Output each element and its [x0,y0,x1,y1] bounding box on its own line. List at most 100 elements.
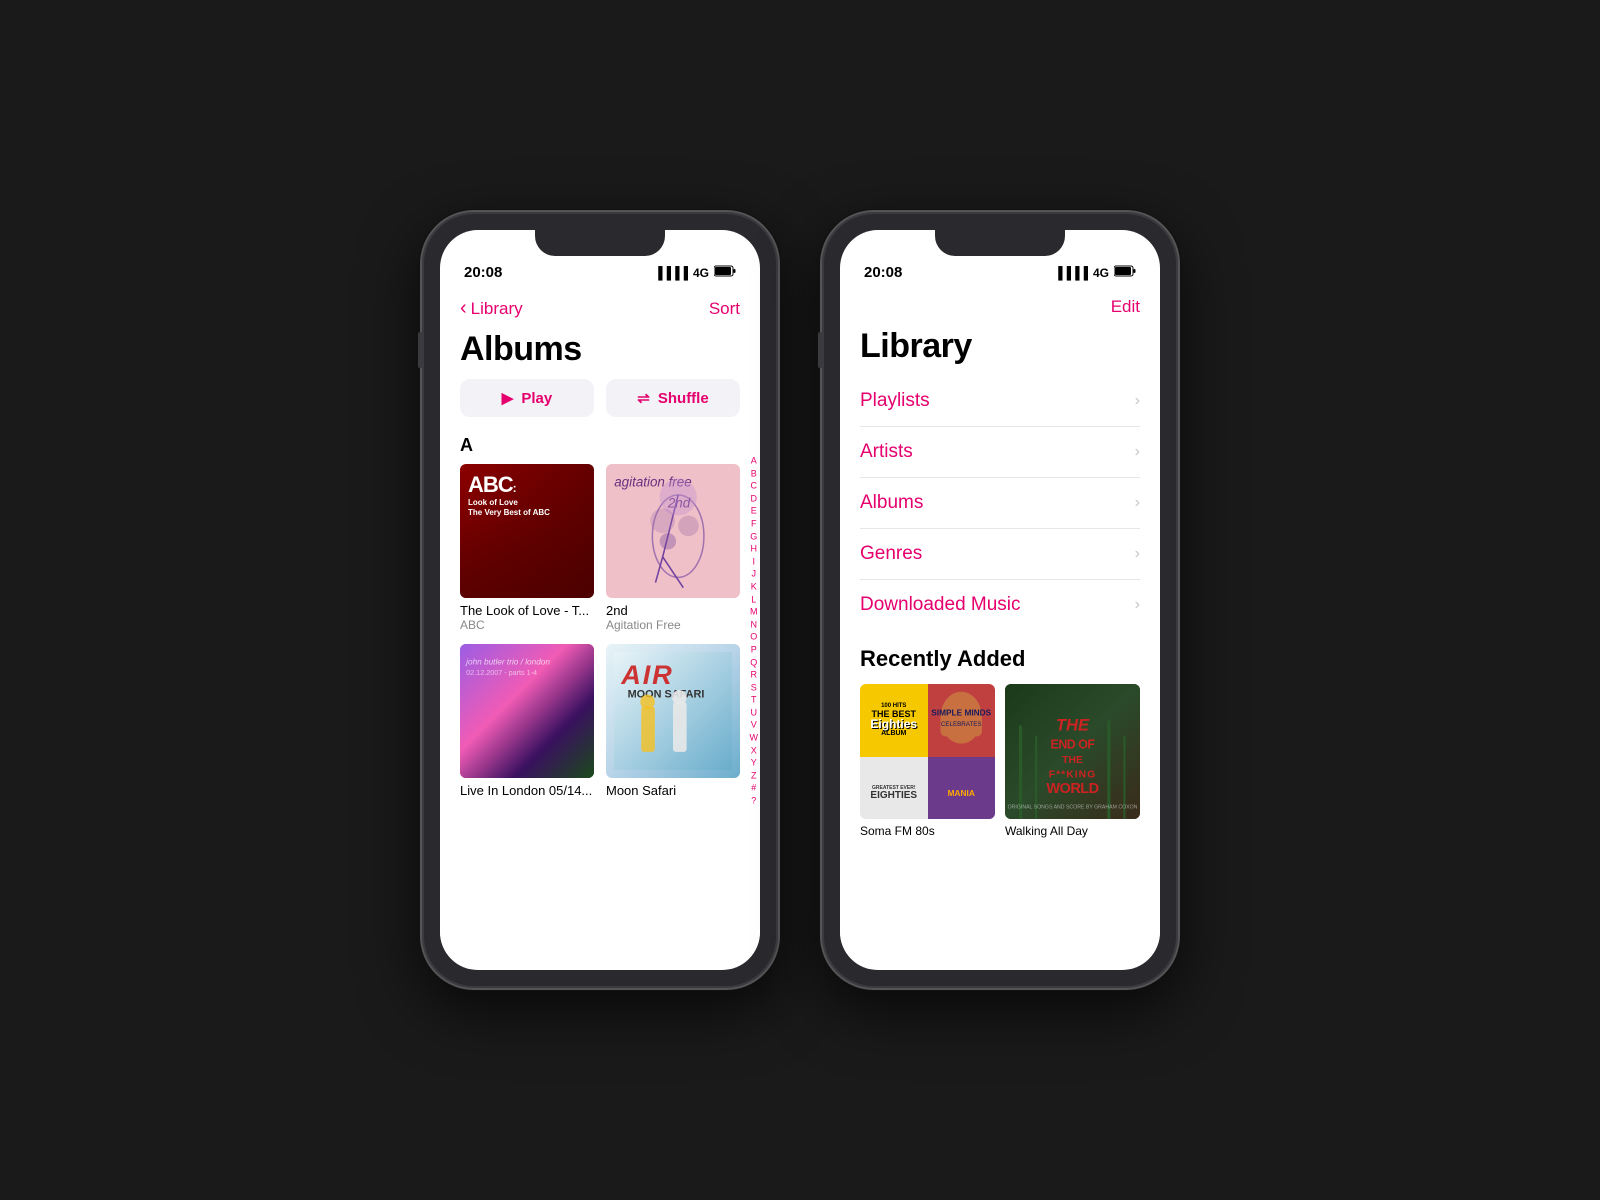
album-cover-london: john butler trio / london 02.12.2007 - p… [460,644,594,778]
battery-icon-2 [1114,265,1136,280]
library-item-downloaded[interactable]: Downloaded Music › [860,580,1140,630]
albums-screen: ‹ Library Sort Albums ▶ Play ⇌ Shuffle [440,289,760,969]
album-title-agitation: 2nd [606,603,740,618]
svg-text:MANIA: MANIA [947,787,974,797]
phone-shell-2: 20:08 ▐▐▐▐ 4G E [820,210,1180,990]
svg-text:F**KING: F**KING [1049,769,1097,780]
library-item-albums[interactable]: Albums › [860,478,1140,529]
soma-q3: GREATEST EVER! EIGHTIES [860,757,928,820]
abc-subtitle: Look of LoveThe Very Best of ABC [468,498,550,517]
signal-icon-2: ▐▐▐▐ [1054,266,1088,280]
play-button[interactable]: ▶ Play [460,379,594,417]
edit-button[interactable]: Edit [1111,297,1140,317]
recent-title-walking: Walking All Day [1005,824,1140,838]
play-icon: ▶ [502,389,514,407]
battery-icon-1 [714,265,736,280]
svg-text:AIR: AIR [620,659,673,690]
shuffle-button[interactable]: ⇌ Shuffle [606,379,740,417]
library-item-artists[interactable]: Artists › [860,427,1140,478]
network-badge-1: 4G [693,266,709,280]
sort-button[interactable]: Sort [709,299,740,319]
albums-title: Albums [440,326,760,379]
album-item[interactable]: john butler trio / london 02.12.2007 - p… [460,644,594,798]
recent-item-soma[interactable]: 100 HITS THE BEST Eighties ALBUM [860,684,995,838]
chevron-icon-albums: › [1135,494,1140,512]
album-cover-agitation: agitation free 2nd [606,464,740,598]
back-label: Library [471,299,523,319]
album-artist-agitation: Agitation Free [606,618,740,632]
phone-screen-2: 20:08 ▐▐▐▐ 4G E [840,230,1160,970]
recent-title-soma: Soma FM 80s [860,824,995,838]
svg-text:02.12.2007 - parts 1-4: 02.12.2007 - parts 1-4 [466,668,537,677]
svg-text:CELEBRATES: CELEBRATES [940,721,981,728]
phone-shell-1: 20:08 ▐▐▐▐ 4G [420,210,780,990]
soma-q4: MANIA [928,757,996,820]
album-title-air: Moon Safari [606,783,740,798]
svg-text:john butler trio / london: john butler trio / london [465,658,550,667]
notch-1 [535,230,665,256]
album-item[interactable]: AIR MOON SAFARI Moon Safari [606,644,740,798]
recently-added-title: Recently Added [840,630,1160,684]
soma-q4-art: MANIA [928,757,996,820]
abc-logo: ABC: [468,472,550,498]
soma-q1: 100 HITS THE BEST Eighties ALBUM [860,684,928,757]
back-chevron-icon: ‹ [460,297,467,320]
abc-gradient [460,518,594,598]
shuffle-label: Shuffle [658,390,709,407]
svg-text:MOON SAFARI: MOON SAFARI [628,688,705,700]
album-artist-abc: ABC [460,618,594,632]
library-screen: Edit Library Playlists › Artists › A [840,289,1160,969]
recently-added-grid: 100 HITS THE BEST Eighties ALBUM [840,684,1160,838]
time-1: 20:08 [464,264,502,281]
soma-cover-grid: 100 HITS THE BEST Eighties ALBUM [860,684,995,819]
soma-label-text: 100 HITS THE BEST Eighties ALBUM [870,703,917,737]
recent-cover-soma: 100 HITS THE BEST Eighties ALBUM [860,684,995,819]
soma-q2: SIMPLE MINDS CELEBRATES [928,684,996,757]
album-item[interactable]: ABC: Look of LoveThe Very Best of ABC Th… [460,464,594,632]
artists-label: Artists [860,441,913,463]
library-title: Library [840,323,1160,376]
album-title-london: Live In London 05/14... [460,783,594,798]
downloaded-label: Downloaded Music [860,594,1021,616]
recent-cover-walking: THE END OF THE F**KING WORLD ORIGINAL SO… [1005,684,1140,819]
back-button[interactable]: ‹ Library [460,297,523,320]
album-item[interactable]: agitation free 2nd [606,464,740,632]
albums-action-buttons: ▶ Play ⇌ Shuffle [440,379,760,431]
phone-albums: 20:08 ▐▐▐▐ 4G [420,210,780,990]
library-item-playlists[interactable]: Playlists › [860,376,1140,427]
alphabet-index[interactable]: A B C D E F G H I J K L M N O [750,455,759,808]
network-badge-2: 4G [1093,266,1109,280]
albums-grid: ABC: Look of LoveThe Very Best of ABC Th… [440,464,760,798]
svg-text:END OF: END OF [1051,737,1096,751]
svg-text:ORIGINAL SONGS AND SCORE BY GR: ORIGINAL SONGS AND SCORE BY GRAHAM COXON [1008,805,1138,811]
svg-text:THE: THE [1056,716,1090,735]
phone-screen-1: 20:08 ▐▐▐▐ 4G [440,230,760,970]
agitation-art: agitation free 2nd [606,464,740,598]
albums-container: ABC: Look of LoveThe Very Best of ABC Th… [440,464,760,798]
recent-item-walking[interactable]: THE END OF THE F**KING WORLD ORIGINAL SO… [1005,684,1140,838]
svg-text:THE: THE [1062,755,1083,766]
status-icons-1: ▐▐▐▐ 4G [654,265,736,280]
playlists-label: Playlists [860,390,930,412]
section-a: A [440,431,760,464]
genres-label: Genres [860,543,922,565]
svg-text:SIMPLE MINDS: SIMPLE MINDS [931,708,991,718]
signal-icon-1: ▐▐▐▐ [654,266,688,280]
svg-text:WORLD: WORLD [1046,781,1098,797]
abc-cover-content: ABC: Look of LoveThe Very Best of ABC [468,472,550,517]
album-cover-abc: ABC: Look of LoveThe Very Best of ABC [460,464,594,598]
status-icons-2: ▐▐▐▐ 4G [1054,265,1136,280]
chevron-icon-genres: › [1135,545,1140,563]
chevron-icon-artists: › [1135,443,1140,461]
walking-art: THE END OF THE F**KING WORLD ORIGINAL SO… [1005,684,1140,819]
play-label: Play [521,390,552,407]
soma-head: SIMPLE MINDS CELEBRATES [928,684,996,757]
library-item-genres[interactable]: Genres › [860,529,1140,580]
album-title-abc: The Look of Love - T... [460,603,594,618]
soma-greatest: GREATEST EVER! EIGHTIES [870,785,917,801]
chevron-icon-downloaded: › [1135,596,1140,614]
library-list: Playlists › Artists › Albums › Genres › [840,376,1160,630]
albums-label: Albums [860,492,923,514]
london-art: john butler trio / london 02.12.2007 - p… [460,644,594,778]
air-art: AIR MOON SAFARI [614,652,732,770]
